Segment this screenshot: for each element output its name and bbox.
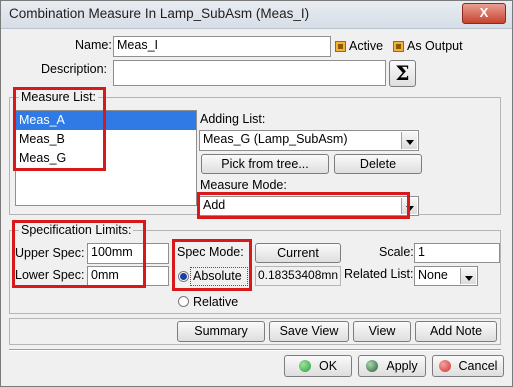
view-button[interactable]: View [353,321,411,342]
ok-label: OK [318,359,338,373]
description-label: Description: [41,62,107,76]
relative-radio-label[interactable]: Relative [193,295,238,309]
related-list-label: Related List: [344,267,414,281]
ok-icon [298,360,311,372]
active-label: Active [349,39,384,53]
window-title: Combination Measure In Lamp_SubAsm (Meas… [9,6,310,21]
adding-list-label: Adding List: [200,112,266,126]
apply-label: Apply [386,359,418,373]
title-bar[interactable]: Combination Measure In Lamp_SubAsm (Meas… [1,1,512,29]
add-note-button[interactable]: Add Note [415,321,497,342]
scale-input[interactable]: 1 [414,243,500,263]
scale-label: Scale: [379,245,414,259]
annotation-box-spec-mode [172,239,252,291]
annotation-box-measure-mode [197,192,410,219]
chevron-down-icon[interactable] [401,132,417,149]
measure-mode-label: Measure Mode: [200,178,287,192]
current-value: 0.18353408mn [255,266,341,286]
close-button[interactable]: X [462,3,506,24]
ok-button[interactable]: OK [284,355,352,377]
adding-list-dropdown[interactable]: Meas_G (Lamp_SubAsm) [199,130,419,151]
annotation-box-measure-list [13,87,106,171]
description-input[interactable] [113,60,386,86]
as-output-checkbox[interactable] [393,41,404,52]
pick-from-tree-button[interactable]: Pick from tree... [201,154,329,174]
footer-divider [9,349,501,351]
sigma-icon: Σ [395,61,410,85]
relative-radio[interactable] [178,296,189,307]
annotation-box-spec-limits [12,220,146,288]
apply-icon [366,360,379,372]
delete-button[interactable]: Delete [334,154,422,174]
cancel-icon [438,360,451,372]
formula-button[interactable]: Σ [389,60,416,87]
adding-list-value: Meas_G (Lamp_SubAsm) [203,132,348,146]
name-label: Name: [75,38,112,52]
active-checkbox[interactable] [335,41,346,52]
chevron-down-icon[interactable] [460,268,476,284]
apply-button[interactable]: Apply [358,355,426,377]
summary-button[interactable]: Summary [177,321,265,342]
save-view-button[interactable]: Save View [269,321,349,342]
dialog-window: Combination Measure In Lamp_SubAsm (Meas… [0,0,513,387]
current-button[interactable]: Current [255,243,341,263]
cancel-label: Cancel [458,359,498,373]
cancel-button[interactable]: Cancel [432,355,504,377]
name-input[interactable]: Meas_I [113,36,331,57]
related-list-value: None [418,268,448,282]
related-list-dropdown[interactable]: None [414,266,478,286]
as-output-label: As Output [407,39,463,53]
